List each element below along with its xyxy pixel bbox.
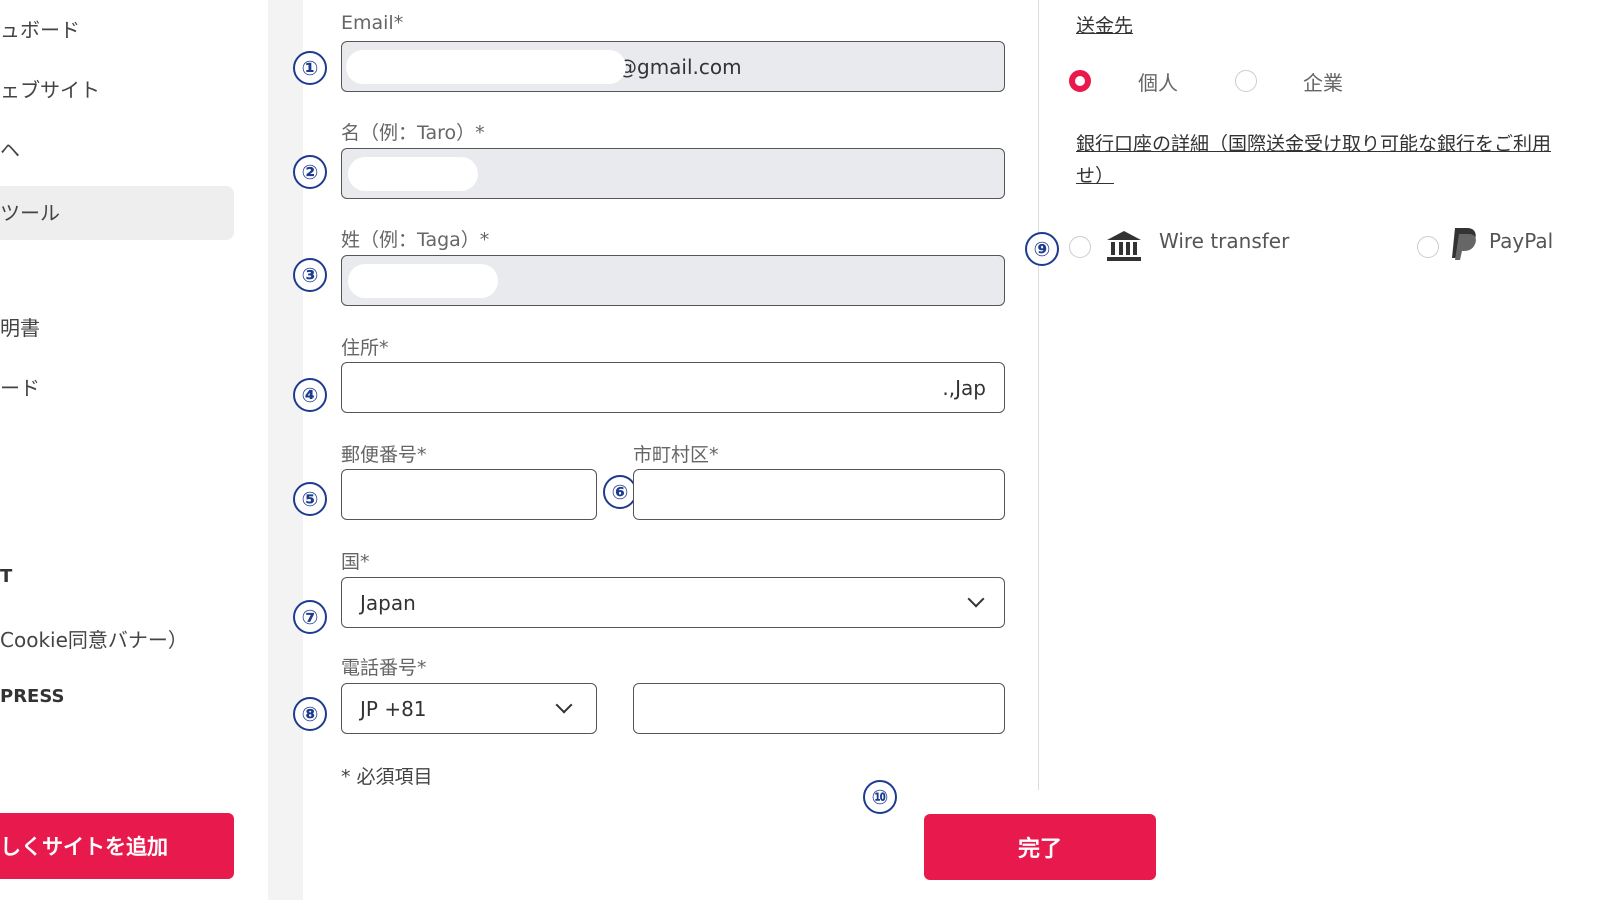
payout-form: Email* ① @gmail.com 名（例：Taro）* ② 姓（例：Tag… (293, 0, 1038, 900)
last-name-field[interactable] (341, 255, 1005, 306)
step-marker-10: ⑩ (863, 780, 897, 814)
sidebar-item-websites[interactable]: ェブサイト (0, 74, 100, 103)
radio-paypal[interactable] (1417, 236, 1439, 258)
address-value: .,Jap (942, 375, 986, 400)
phone-country-code-select[interactable]: JP +81 (341, 683, 597, 734)
sidebar-item-tools[interactable]: ツール (0, 186, 234, 240)
radio-individual[interactable] (1069, 70, 1091, 92)
postal-code-field[interactable] (341, 469, 597, 520)
first-name-field[interactable] (341, 148, 1005, 199)
postal-code-label: 郵便番号* (341, 444, 427, 466)
sidebar-item-dashboard[interactable]: ュボード (0, 14, 80, 43)
country-value: Japan (360, 590, 416, 615)
done-button[interactable]: 完了 (924, 814, 1156, 880)
paypal-icon (1452, 228, 1476, 260)
bank-icon (1107, 231, 1141, 261)
paypal-label[interactable]: PayPal (1489, 229, 1553, 253)
last-name-label: 姓（例：Taga）* (341, 229, 490, 251)
sidebar: ュボード ェブサイト ヘ ツール 明書 ード T Cookie同意バナー） PR… (0, 0, 265, 900)
chevron-down-icon (555, 696, 573, 714)
payment-panel: 送金先 個人 企業 銀行口座の詳細（国際送金受け取り可能な銀行をご利用 せ） ⑨… (1025, 0, 1600, 900)
gutter (268, 0, 303, 900)
sidebar-item-cookie-banner[interactable]: Cookie同意バナー） (0, 624, 188, 653)
wire-transfer-label[interactable]: Wire transfer (1159, 229, 1289, 253)
redaction (346, 50, 626, 84)
sidebar-item-press[interactable]: PRESS (0, 686, 64, 707)
sidebar-item-download[interactable]: ード (0, 372, 40, 401)
radio-wire-transfer[interactable] (1069, 236, 1091, 258)
add-site-button[interactable]: しくサイトを追加 (0, 813, 234, 879)
redaction (348, 264, 498, 298)
recipient-title: 送金先 (1076, 15, 1134, 37)
sidebar-item-documents[interactable]: 明書 (0, 312, 40, 341)
step-marker-1: ① (293, 51, 327, 85)
phone-country-code-value: JP +81 (360, 696, 427, 721)
chevron-down-icon (967, 590, 985, 608)
first-name-label: 名（例：Taro）* (341, 122, 485, 144)
radio-individual-label[interactable]: 個人 (1138, 67, 1178, 96)
email-value: @gmail.com (617, 54, 742, 79)
email-label: Email* (341, 12, 404, 34)
radio-company-label[interactable]: 企業 (1303, 67, 1343, 96)
phone-label: 電話番号* (341, 657, 427, 679)
bank-details-title-cont: せ） (1076, 165, 1115, 187)
bank-details-title: 銀行口座の詳細（国際送金受け取り可能な銀行をご利用 (1076, 133, 1552, 155)
sidebar-item-t[interactable]: T (0, 566, 12, 587)
radio-company[interactable] (1235, 70, 1257, 92)
step-marker-7: ⑦ (293, 600, 327, 634)
required-note: * 必須項目 (341, 766, 433, 788)
step-marker-5: ⑤ (293, 482, 327, 516)
address-field[interactable]: .,Jap (341, 362, 1005, 413)
step-marker-6: ⑥ (603, 475, 637, 509)
step-marker-8: ⑧ (293, 697, 327, 731)
country-label: 国* (341, 551, 370, 573)
phone-number-field[interactable] (633, 683, 1005, 734)
country-select[interactable]: Japan (341, 577, 1005, 628)
address-label: 住所* (341, 337, 389, 359)
sidebar-item-help[interactable]: ヘ (0, 134, 20, 163)
step-marker-4: ④ (293, 378, 327, 412)
step-marker-3: ③ (293, 258, 327, 292)
step-marker-2: ② (293, 155, 327, 189)
step-marker-9: ⑨ (1025, 232, 1059, 266)
email-field[interactable]: @gmail.com (341, 41, 1005, 92)
city-field[interactable] (633, 469, 1005, 520)
city-label: 市町村区* (633, 444, 719, 466)
redaction (348, 157, 478, 191)
